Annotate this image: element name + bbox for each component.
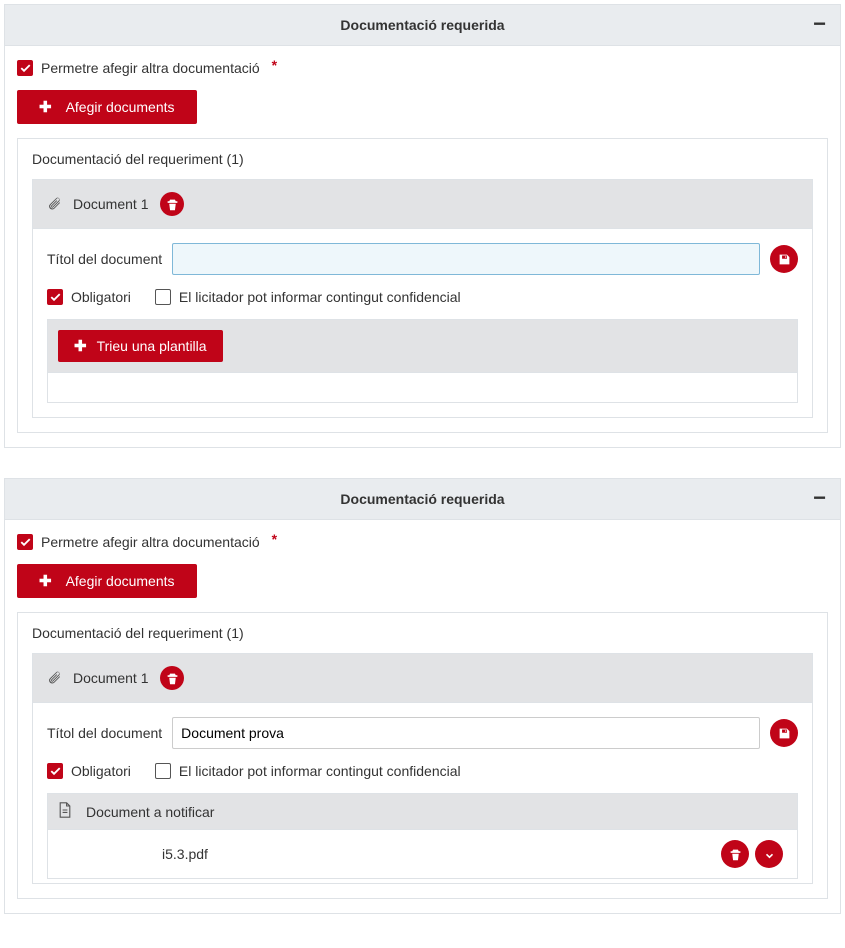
- obligatory-checkbox[interactable]: [47, 289, 63, 305]
- template-bar: ✚ Trieu una plantilla: [47, 319, 798, 373]
- document-header: Document 1: [33, 654, 812, 703]
- plus-icon: ✚: [39, 98, 52, 116]
- requirement-docs-title: Documentació del requeriment (1): [18, 139, 827, 179]
- required-indicator: *: [272, 57, 277, 73]
- doc-options-row: Obligatori El licitador pot informar con…: [47, 289, 798, 305]
- document-box: Document 1 Títol del document: [32, 179, 813, 418]
- allow-other-docs-checkbox[interactable]: [17, 534, 33, 550]
- attachment-icon: [47, 196, 61, 213]
- delete-document-button[interactable]: [160, 192, 184, 216]
- panel-title: Documentació requerida: [340, 491, 504, 507]
- add-documents-button[interactable]: ✚ Afegir documents: [17, 564, 197, 598]
- allow-other-docs-label: Permetre afegir altra documentació: [41, 60, 260, 76]
- collapse-icon[interactable]: −: [813, 13, 826, 35]
- allow-other-docs-row: Permetre afegir altra documentació *: [17, 534, 828, 550]
- confidential-checkbox[interactable]: [155, 289, 171, 305]
- title-field-row: Títol del document: [47, 243, 798, 275]
- download-file-button[interactable]: [755, 840, 783, 868]
- confidential-label: El licitador pot informar contingut conf…: [179, 763, 461, 779]
- obligatory-label: Obligatori: [71, 289, 131, 305]
- collapse-icon[interactable]: −: [813, 487, 826, 509]
- choose-template-button[interactable]: ✚ Trieu una plantilla: [58, 330, 223, 362]
- doc-options-row: Obligatori El licitador pot informar con…: [47, 763, 798, 779]
- confidential-checkbox[interactable]: [155, 763, 171, 779]
- document-title-input[interactable]: [172, 717, 760, 749]
- choose-template-label: Trieu una plantilla: [97, 338, 207, 354]
- attachment-icon: [47, 670, 61, 687]
- confidential-group: El licitador pot informar contingut conf…: [155, 289, 461, 305]
- uploaded-file-name: i5.3.pdf: [62, 846, 721, 862]
- requirement-docs-subpanel: Documentació del requeriment (1) Documen…: [17, 138, 828, 433]
- save-title-button[interactable]: [770, 245, 798, 273]
- obligatory-group: Obligatori: [47, 763, 131, 779]
- file-actions: [721, 840, 783, 868]
- requirement-docs-subpanel: Documentació del requeriment (1) Documen…: [17, 612, 828, 899]
- add-documents-label: Afegir documents: [66, 573, 175, 589]
- notify-doc-label: Document a notificar: [86, 804, 214, 820]
- document-body: Títol del document Obligatori: [33, 229, 812, 417]
- delete-file-button[interactable]: [721, 840, 749, 868]
- document-title-input[interactable]: [172, 243, 760, 275]
- required-docs-panel-1: Documentació requerida − Permetre afegir…: [4, 4, 841, 448]
- required-docs-panel-2: Documentació requerida − Permetre afegir…: [4, 478, 841, 914]
- add-documents-button[interactable]: ✚ Afegir documents: [17, 90, 197, 124]
- allow-other-docs-row: Permetre afegir altra documentació *: [17, 60, 828, 76]
- delete-document-button[interactable]: [160, 666, 184, 690]
- panel-body: Permetre afegir altra documentació * ✚ A…: [5, 520, 840, 913]
- panel-header[interactable]: Documentació requerida −: [5, 5, 840, 46]
- document-box: Document 1 Títol del document: [32, 653, 813, 884]
- template-drop-area: [47, 373, 798, 403]
- document-header: Document 1: [33, 180, 812, 229]
- confidential-label: El licitador pot informar contingut conf…: [179, 289, 461, 305]
- panel-header[interactable]: Documentació requerida −: [5, 479, 840, 520]
- document-label: Document 1: [73, 196, 148, 212]
- obligatory-group: Obligatori: [47, 289, 131, 305]
- panel-title: Documentació requerida: [340, 17, 504, 33]
- panel-body: Permetre afegir altra documentació * ✚ A…: [5, 46, 840, 447]
- plus-icon: ✚: [39, 572, 52, 590]
- requirement-docs-title: Documentació del requeriment (1): [18, 613, 827, 653]
- title-field-label: Títol del document: [47, 725, 162, 741]
- plus-icon: ✚: [74, 337, 87, 355]
- title-field-row: Títol del document: [47, 717, 798, 749]
- add-documents-label: Afegir documents: [66, 99, 175, 115]
- allow-other-docs-label: Permetre afegir altra documentació: [41, 534, 260, 550]
- notify-doc-body: i5.3.pdf: [47, 830, 798, 879]
- document-label: Document 1: [73, 670, 148, 686]
- document-body: Títol del document Obligatori: [33, 703, 812, 883]
- title-field-label: Títol del document: [47, 251, 162, 267]
- required-indicator: *: [272, 531, 277, 547]
- obligatory-checkbox[interactable]: [47, 763, 63, 779]
- allow-other-docs-checkbox[interactable]: [17, 60, 33, 76]
- file-icon: [58, 802, 72, 821]
- confidential-group: El licitador pot informar contingut conf…: [155, 763, 461, 779]
- notify-doc-header: Document a notificar: [47, 793, 798, 830]
- save-title-button[interactable]: [770, 719, 798, 747]
- obligatory-label: Obligatori: [71, 763, 131, 779]
